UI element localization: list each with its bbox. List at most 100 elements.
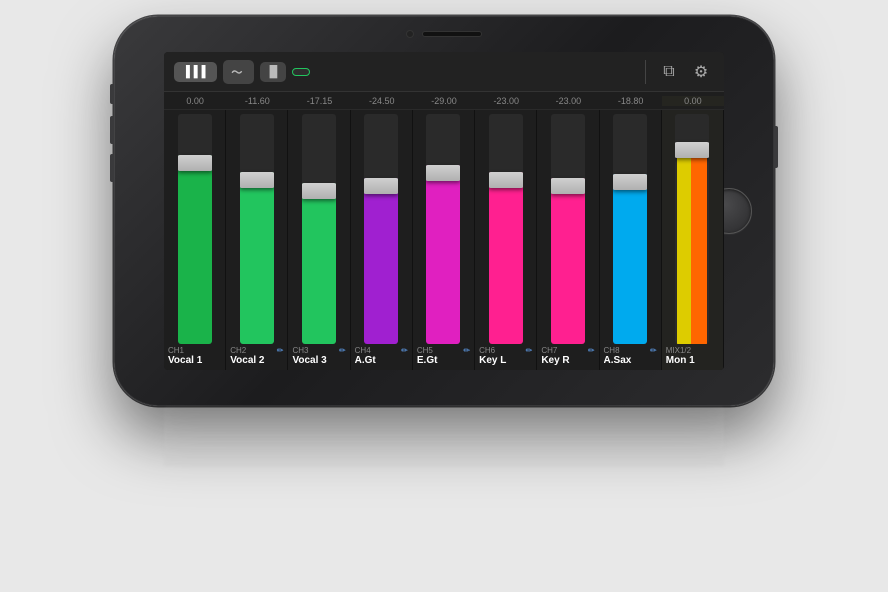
db-value-ch3: -17.15 — [288, 96, 350, 106]
header-divider — [645, 60, 646, 84]
fader-fill-right — [691, 142, 707, 344]
channel-label: CH5✏E.Gt — [415, 344, 472, 368]
fader-track-ch7 — [551, 114, 585, 344]
channel-label: CH7✏Key R — [539, 344, 596, 368]
fader-track-mix12 — [675, 114, 709, 344]
channel-id: CH6✏ — [479, 347, 532, 355]
view-button[interactable]: ▐▌ — [260, 62, 286, 82]
channel-id: CH8✏ — [604, 347, 657, 355]
fader-track-ch5 — [426, 114, 460, 344]
channel-id: CH2✏ — [230, 347, 283, 355]
fader-handle[interactable] — [551, 178, 585, 194]
channel-ch5[interactable]: CH5✏E.Gt — [413, 110, 475, 370]
db-value-ch6: -23.00 — [475, 96, 537, 106]
edit-icon[interactable]: ✏ — [526, 347, 533, 355]
screen-reflection — [164, 406, 724, 466]
fader-handle[interactable] — [240, 172, 274, 188]
pan-button[interactable]: 〜 — [223, 60, 254, 84]
fader-track-ch1 — [178, 114, 212, 344]
top-bar — [406, 30, 482, 38]
channel-label: CH1Vocal 1 — [166, 344, 223, 368]
fader-handle[interactable] — [675, 142, 709, 158]
silent-button[interactable] — [110, 84, 114, 104]
fader-fill — [613, 174, 647, 344]
wave-icon: 〜 — [231, 64, 242, 80]
channel-label: CH6✏Key L — [477, 344, 534, 368]
edit-icon[interactable]: ✏ — [339, 347, 346, 355]
channel-id: CH7✏ — [541, 347, 594, 355]
db-value-ch4: -24.50 — [351, 96, 413, 106]
db-value-ch2: -11.60 — [226, 96, 288, 106]
channel-name: E.Gt — [417, 355, 470, 366]
channel-name: Key L — [479, 355, 532, 366]
channel-name: Vocal 1 — [168, 355, 221, 366]
view-icon: ▐▌ — [266, 66, 282, 78]
channel-id: MIX1/2 — [666, 347, 719, 355]
fader-track-ch3 — [302, 114, 336, 344]
fader-button[interactable]: ▐▐▐ — [174, 62, 217, 82]
channel-name: Vocal 3 — [292, 355, 345, 366]
edit-icon[interactable]: ✏ — [650, 347, 657, 355]
edit-icon[interactable]: ✏ — [588, 347, 595, 355]
channel-name: A.Gt — [355, 355, 408, 366]
channel-label: CH4✏A.Gt — [353, 344, 410, 368]
speaker-grille — [422, 31, 482, 37]
edit-icon[interactable]: ✏ — [463, 347, 470, 355]
channel-ch4[interactable]: CH4✏A.Gt — [351, 110, 413, 370]
fader-fill — [302, 183, 336, 344]
channel-id: CH1 — [168, 347, 221, 355]
channel-ch2[interactable]: CH2✏Vocal 2 — [226, 110, 288, 370]
fader-track-ch8 — [613, 114, 647, 344]
channel-label: CH3✏Vocal 3 — [290, 344, 347, 368]
online-button[interactable] — [292, 68, 310, 76]
bars-icon: ▐▐▐ — [182, 66, 205, 78]
volume-up-button[interactable] — [110, 116, 114, 144]
channel-ch7[interactable]: CH7✏Key R — [537, 110, 599, 370]
fader-handle[interactable] — [489, 172, 523, 188]
fader-track-ch2 — [240, 114, 274, 344]
channel-mix12[interactable]: MIX1/2Mon 1 — [662, 110, 724, 370]
channel-name: Vocal 2 — [230, 355, 283, 366]
settings-button[interactable]: ⚙ — [688, 59, 714, 85]
fader-fill — [551, 178, 585, 344]
fader-fill — [426, 165, 460, 344]
fader-fill — [489, 172, 523, 345]
fader-handle[interactable] — [426, 165, 460, 181]
channel-id: CH5✏ — [417, 347, 470, 355]
fader-handle[interactable] — [613, 174, 647, 190]
db-value-ch8: -18.80 — [600, 96, 662, 106]
channel-label: MIX1/2Mon 1 — [664, 344, 721, 368]
channel-name: A.Sax — [604, 355, 657, 366]
channel-id: CH4✏ — [355, 347, 408, 355]
fader-handle[interactable] — [178, 155, 212, 171]
db-values-row: 0.00-11.60-17.15-24.50-29.00-23.00-23.00… — [164, 92, 724, 110]
channel-ch6[interactable]: CH6✏Key L — [475, 110, 537, 370]
channel-ch8[interactable]: CH8✏A.Sax — [600, 110, 662, 370]
channel-label: CH2✏Vocal 2 — [228, 344, 285, 368]
header-bar: ▐▐▐ 〜 ▐▌ — [164, 52, 724, 92]
channel-name: Mon 1 — [666, 355, 719, 366]
volume-down-button[interactable] — [110, 154, 114, 182]
channel-id: CH3✏ — [292, 347, 345, 355]
edit-icon[interactable]: ✏ — [277, 347, 284, 355]
edit-icon[interactable]: ✏ — [401, 347, 408, 355]
screen: ▐▐▐ 〜 ▐▌ — [164, 52, 724, 370]
fader-handle[interactable] — [364, 178, 398, 194]
phone-wrapper: ▐▐▐ 〜 ▐▌ — [84, 16, 804, 576]
power-button[interactable] — [774, 126, 778, 168]
channels-area: CH1Vocal 1CH2✏Vocal 2CH3✏Vocal 3CH4✏A.Gt… — [164, 110, 724, 370]
db-value-ch7: -23.00 — [537, 96, 599, 106]
channel-ch3[interactable]: CH3✏Vocal 3 — [288, 110, 350, 370]
fader-track-ch4 — [364, 114, 398, 344]
fader-fill — [178, 155, 212, 344]
channel-ch1[interactable]: CH1Vocal 1 — [164, 110, 226, 370]
phone-body: ▐▐▐ 〜 ▐▌ — [114, 16, 774, 406]
fader-fill — [364, 178, 398, 344]
copy-button[interactable]: ⧉ — [656, 59, 682, 85]
db-value-ch5: -29.00 — [413, 96, 475, 106]
channel-label: CH8✏A.Sax — [602, 344, 659, 368]
fader-track-ch6 — [489, 114, 523, 344]
fader-fill — [240, 172, 274, 345]
fader-handle[interactable] — [302, 183, 336, 199]
db-value-ch1: 0.00 — [164, 96, 226, 106]
